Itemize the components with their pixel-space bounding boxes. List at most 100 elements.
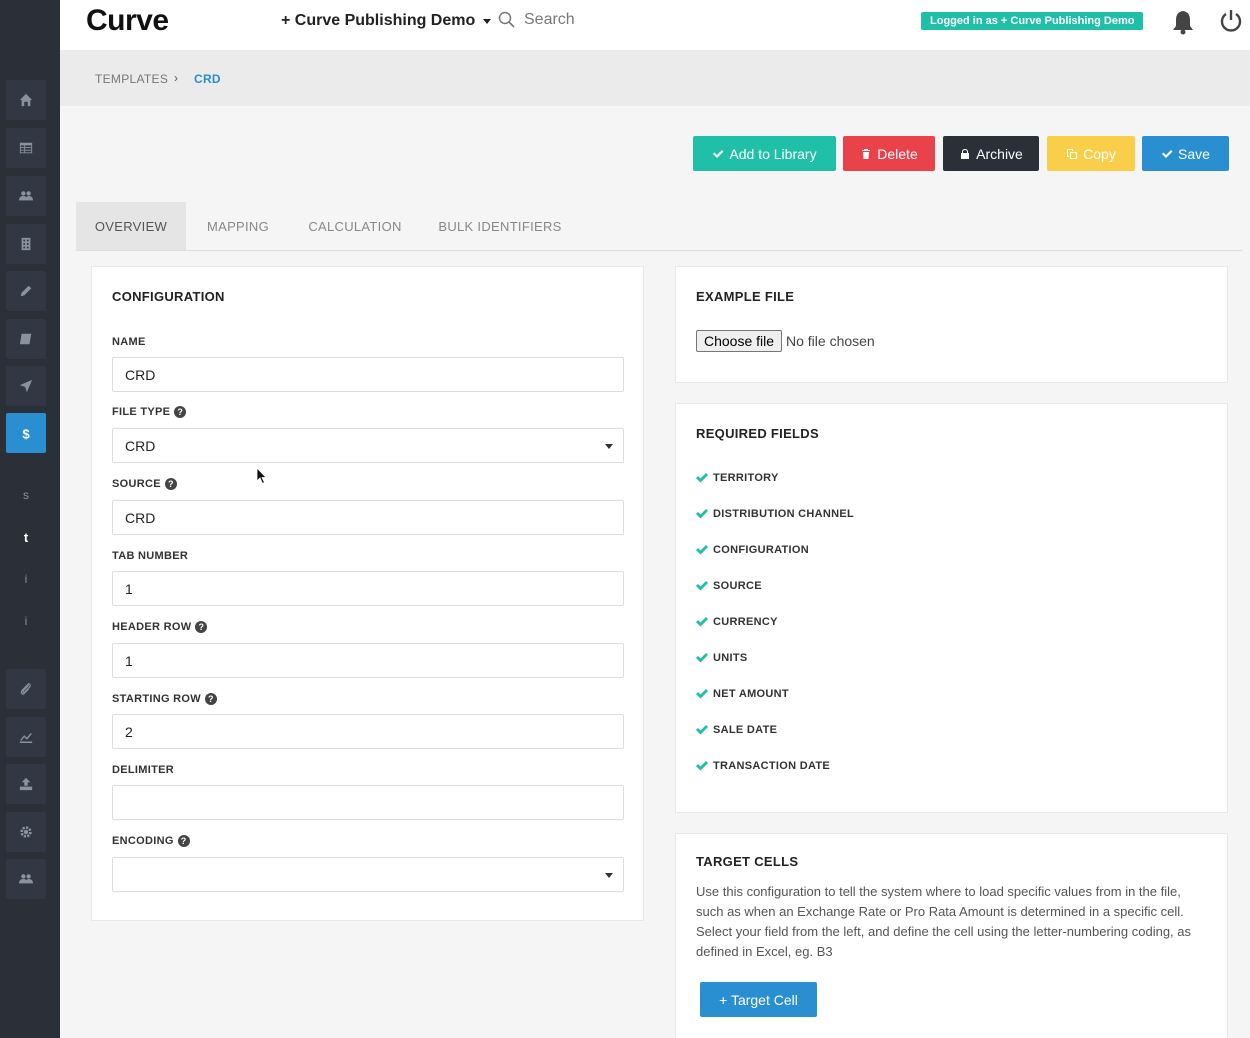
tab-mapping[interactable]: MAPPING	[186, 202, 290, 250]
add-to-library-button[interactable]: Add to Library	[693, 136, 836, 171]
sidebar-item-building[interactable]	[6, 224, 46, 264]
target-cells-title: TARGET CELLS	[696, 854, 799, 869]
file-type-value: CRD	[125, 437, 156, 454]
breadcrumb-current: CRD	[194, 72, 221, 86]
sidebar-item-settings[interactable]	[6, 812, 46, 852]
source-value: CRD	[125, 509, 156, 526]
configuration-title: CONFIGURATION	[112, 289, 225, 304]
sidebar-letter-i[interactable]: i	[6, 559, 46, 599]
search-input[interactable]	[524, 8, 824, 32]
copy-button[interactable]: Copy	[1047, 136, 1135, 171]
sidebar-item-attachments[interactable]	[6, 669, 46, 709]
archive-button[interactable]: Archive	[943, 136, 1039, 171]
sidebar-item-upload[interactable]	[6, 764, 46, 804]
save-button[interactable]: Save	[1142, 136, 1229, 171]
app-logo[interactable]: Curve	[86, 4, 169, 38]
required-field-item: SALE DATE	[696, 724, 777, 736]
required-field-item: CONFIGURATION	[696, 544, 809, 556]
name-value: CRD	[125, 366, 156, 383]
required-field-label: TRANSACTION DATE	[713, 760, 831, 772]
delete-label: Delete	[877, 145, 918, 162]
header-row-input[interactable]: 1	[112, 643, 624, 678]
pencil-icon	[20, 285, 32, 297]
building-icon	[21, 237, 31, 251]
starting-row-label-text: STARTING ROW	[112, 693, 201, 705]
sidebar-item-table[interactable]	[6, 128, 46, 168]
required-fields-title: REQUIRED FIELDS	[696, 426, 819, 441]
name-input[interactable]: CRD	[112, 357, 624, 392]
required-field-label: SOURCE	[713, 580, 762, 592]
sidebar-item-book[interactable]	[6, 319, 46, 359]
bell-icon[interactable]	[1171, 9, 1195, 35]
search-icon	[498, 11, 515, 28]
paperclip-icon	[20, 683, 31, 695]
breadcrumb: TEMPLATES › CRD	[60, 50, 1250, 106]
trash-icon	[862, 148, 871, 159]
tab-overview[interactable]: OVERVIEW	[76, 202, 186, 250]
sidebar-item-analytics[interactable]	[6, 717, 46, 757]
mouse-cursor-icon	[256, 467, 267, 485]
check-icon	[696, 761, 708, 771]
name-label-text: NAME	[112, 336, 146, 348]
svg-text:$: $	[22, 426, 30, 440]
question-circle-icon[interactable]: ?	[204, 693, 217, 705]
power-icon[interactable]	[1219, 9, 1243, 33]
question-circle-icon[interactable]: ?	[177, 835, 190, 847]
sidebar-item-royalties[interactable]: $	[6, 413, 46, 453]
send-icon	[19, 379, 33, 393]
sidebar-letter-i-2[interactable]: i	[6, 601, 46, 641]
choose-file-button[interactable]: Choose file	[696, 330, 783, 352]
tab-number-value: 1	[125, 580, 133, 597]
sidebar-letter-s[interactable]: s	[6, 475, 46, 515]
required-field-item: TRANSACTION DATE	[696, 760, 830, 772]
caret-down-icon	[605, 444, 613, 449]
sidebar-item-users[interactable]	[6, 176, 46, 216]
organization-selector[interactable]: + Curve Publishing Demo	[281, 12, 492, 30]
check-icon	[696, 689, 708, 699]
delimiter-label-text: DELIMITER	[112, 764, 174, 776]
sidebar-letter-t[interactable]: t	[6, 517, 46, 557]
check-icon	[696, 581, 708, 591]
top-bar: Curve + Curve Publishing Demo Logged in …	[60, 0, 1250, 50]
required-field-item: CURRENCY	[696, 616, 778, 628]
sidebar: $ s t i i	[0, 0, 60, 1038]
logged-in-badge: Logged in as + Curve Publishing Demo	[921, 12, 1144, 30]
breadcrumb-separator: ›	[174, 71, 179, 85]
delete-button[interactable]: Delete	[843, 136, 935, 171]
add-target-cell-button[interactable]: + Target Cell	[700, 982, 817, 1017]
template-tabs: OVERVIEW MAPPING CALCULATION BULK IDENTI…	[76, 202, 1242, 251]
question-circle-icon[interactable]: ?	[174, 406, 187, 418]
file-type-label-text: FILE TYPE	[112, 406, 171, 418]
sidebar-item-edit[interactable]	[6, 271, 46, 311]
home-icon	[19, 93, 33, 107]
source-label-text: SOURCE	[112, 478, 161, 490]
tab-number-input[interactable]: 1	[112, 571, 624, 606]
required-field-item: SOURCE	[696, 580, 762, 592]
delimiter-input[interactable]	[112, 785, 624, 820]
sidebar-item-team[interactable]	[6, 859, 46, 899]
header-row-label: HEADER ROW ?	[112, 621, 208, 633]
header-row-value: 1	[125, 652, 133, 669]
file-type-label: FILE TYPE ?	[112, 406, 187, 418]
check-icon	[713, 149, 724, 158]
question-circle-icon[interactable]: ?	[195, 621, 208, 633]
copy-label: Copy	[1083, 145, 1116, 162]
sidebar-item-send[interactable]	[6, 366, 46, 406]
source-label: SOURCE ?	[112, 478, 177, 490]
file-type-select[interactable]: CRD	[112, 428, 624, 463]
example-file-panel: EXAMPLE FILE Choose file No file chosen	[675, 266, 1228, 383]
save-label: Save	[1178, 145, 1210, 162]
starting-row-input[interactable]: 2	[112, 714, 624, 749]
caret-down-icon	[605, 873, 613, 878]
tab-number-label: TAB NUMBER	[112, 550, 188, 562]
upload-icon	[19, 777, 33, 791]
question-circle-icon[interactable]: ?	[164, 478, 177, 490]
encoding-select[interactable]	[112, 857, 624, 892]
required-field-label: UNITS	[713, 652, 748, 664]
required-field-label: DISTRIBUTION CHANNEL	[713, 508, 855, 520]
tab-calculation[interactable]: CALCULATION	[290, 202, 420, 250]
source-input[interactable]: CRD	[112, 500, 624, 535]
sidebar-item-home[interactable]	[6, 80, 46, 120]
breadcrumb-templates[interactable]: TEMPLATES	[95, 72, 168, 86]
tab-bulk-identifiers[interactable]: BULK IDENTIFIERS	[420, 202, 580, 250]
